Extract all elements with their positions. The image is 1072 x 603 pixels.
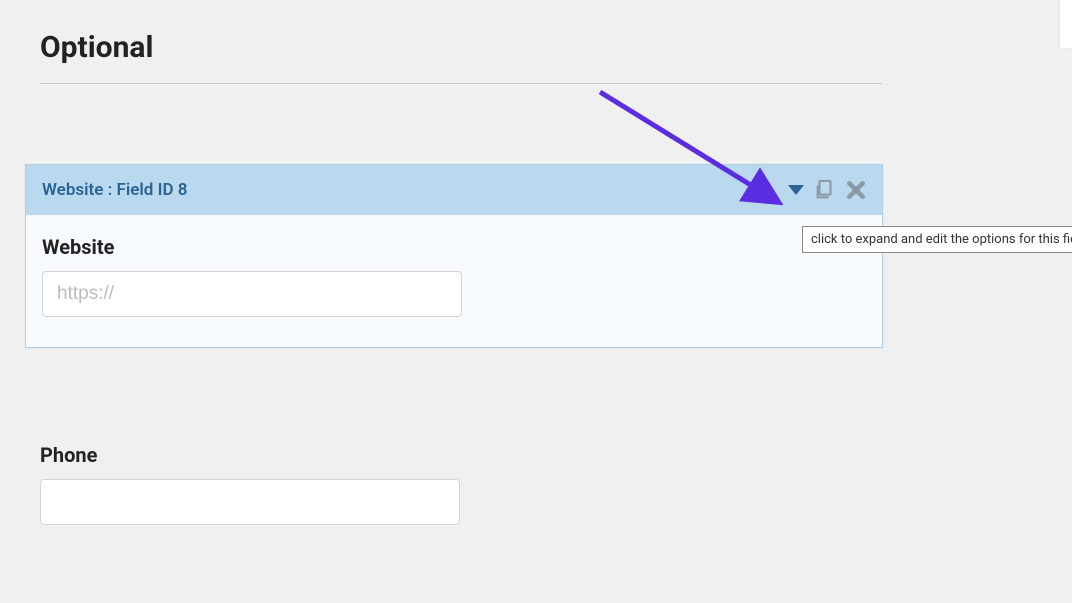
expand-field-tooltip: click to expand and edit the options for…	[802, 226, 1072, 253]
phone-field-label: Phone	[40, 443, 1032, 467]
chevron-down-icon[interactable]	[788, 185, 804, 195]
delete-icon[interactable]	[846, 180, 866, 200]
duplicate-icon[interactable]	[814, 179, 836, 201]
field-card-body: Website	[26, 215, 882, 347]
website-field-label: Website	[42, 235, 866, 259]
field-header-actions	[788, 179, 866, 201]
website-field-card: Website : Field ID 8 Website	[25, 164, 883, 348]
side-panel-edge	[1060, 0, 1072, 48]
title-divider	[40, 83, 882, 84]
website-input[interactable]	[42, 271, 462, 317]
field-header-title: Website : Field ID 8	[42, 180, 188, 200]
field-card-header[interactable]: Website : Field ID 8	[26, 165, 882, 215]
phone-input[interactable]	[40, 479, 460, 525]
phone-field-section: Phone	[40, 443, 1032, 525]
page-title: Optional	[0, 0, 1072, 83]
